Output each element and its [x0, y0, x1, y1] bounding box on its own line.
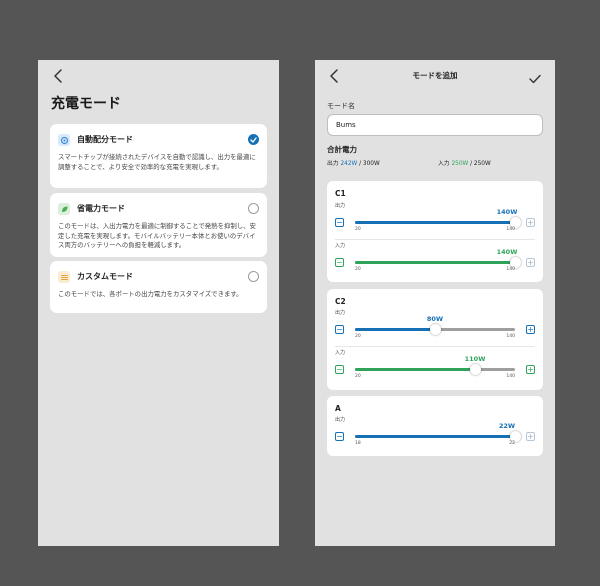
- power-slider[interactable]: 入力 − 110W 20 140 +: [335, 349, 535, 393]
- total-input-label: 入力: [438, 161, 450, 167]
- slider-label: 出力: [335, 203, 346, 209]
- mode-description: スマートチップが接続されたデバイスを自動で認識し、出力を最適に調整することで、よ…: [58, 153, 256, 171]
- port-card-a: A 出力 − 22W 18 22 +: [327, 396, 543, 456]
- increase-button[interactable]: +: [526, 432, 535, 441]
- slider-track[interactable]: [355, 364, 515, 375]
- mode-name-input[interactable]: [327, 114, 543, 136]
- power-slider[interactable]: 入力 − 140W 20 140 +: [335, 242, 535, 286]
- total-power-title: 合計電力: [327, 145, 357, 154]
- port-name: C1: [335, 189, 346, 198]
- slider-value: 22W: [498, 422, 516, 430]
- total-input-max: / 250W: [468, 161, 491, 167]
- total-output-label: 出力: [327, 161, 339, 167]
- slider-label: 出力: [335, 417, 346, 423]
- auto-distribution-icon: [58, 134, 70, 146]
- slider-max: 140: [506, 374, 515, 379]
- mode-card-power-saving[interactable]: 省電力モード このモードは、入出力電力を最適に制御することで発熱を抑制し、安定し…: [50, 193, 267, 257]
- mode-card-auto[interactable]: 自動配分モード スマートチップが接続されたデバイスを自動で認識し、出力を最適に調…: [50, 124, 267, 188]
- slider-value: 80W: [426, 315, 444, 323]
- mode-card-custom[interactable]: カスタムモード このモードでは、各ポートの出力電力をカスタマイズできます。: [50, 261, 267, 313]
- add-mode-screen: モードを追加 モード名 合計電力 出力 242W / 300W 入力 250W …: [315, 60, 555, 546]
- decrease-button[interactable]: −: [335, 258, 344, 267]
- port-name: A: [335, 404, 341, 413]
- increase-button[interactable]: +: [526, 325, 535, 334]
- total-output: 出力 242W / 300W: [327, 158, 380, 167]
- increase-button[interactable]: +: [526, 218, 535, 227]
- slider-value: 140W: [496, 248, 518, 256]
- leaf-icon: [58, 203, 70, 215]
- slider-track[interactable]: [355, 431, 521, 442]
- mode-name: カスタムモード: [77, 272, 133, 281]
- increase-button[interactable]: +: [526, 365, 535, 374]
- slider-min: 20: [355, 227, 361, 232]
- slider-thumb[interactable]: [469, 364, 481, 375]
- slider-track[interactable]: [355, 324, 515, 335]
- decrease-button[interactable]: −: [335, 325, 344, 334]
- slider-fill: [355, 261, 515, 264]
- slider-label: 入力: [335, 243, 346, 249]
- total-input: 入力 250W / 250W: [438, 158, 491, 167]
- slider-max: 140: [506, 334, 515, 339]
- divider: [335, 239, 535, 240]
- screen-title: モードを追加: [412, 71, 458, 80]
- divider: [335, 346, 535, 347]
- checkmark-icon[interactable]: [529, 69, 541, 88]
- port-card-c2: C2 出力 − 80W 20 140 + 入力 − 110W 20 140 +: [327, 289, 543, 390]
- slider-value: 110W: [464, 355, 486, 363]
- slider-track[interactable]: [355, 217, 521, 228]
- slider-fill: [355, 368, 475, 371]
- decrease-button[interactable]: −: [335, 365, 344, 374]
- total-output-max: / 300W: [357, 161, 380, 167]
- slider-label: 出力: [335, 310, 346, 316]
- mode-name-label: モード名: [327, 102, 355, 110]
- slider-min: 20: [355, 334, 361, 339]
- decrease-button[interactable]: −: [335, 432, 344, 441]
- back-chevron-icon[interactable]: [52, 68, 66, 84]
- slider-fill: [355, 328, 435, 331]
- slider-track[interactable]: [355, 257, 521, 268]
- total-output-value: 242W: [340, 161, 358, 167]
- increase-button[interactable]: +: [526, 258, 535, 267]
- mode-radio[interactable]: [248, 203, 259, 214]
- mode-name: 自動配分モード: [77, 135, 133, 144]
- slider-thumb[interactable]: [429, 324, 441, 335]
- slider-min: 18: [355, 441, 361, 446]
- port-card-c1: C1 出力 − 140W 20 140 + 入力 − 140W 20 140 +: [327, 181, 543, 282]
- slider-max: 140: [506, 267, 515, 272]
- slider-min: 20: [355, 374, 361, 379]
- total-input-value: 250W: [451, 161, 469, 167]
- slider-fill: [355, 435, 515, 438]
- mode-radio-selected[interactable]: [248, 134, 259, 145]
- mode-description: このモードでは、各ポートの出力電力をカスタマイズできます。: [58, 290, 243, 298]
- power-slider[interactable]: 出力 − 22W 18 22 +: [335, 416, 535, 460]
- slider-min: 20: [355, 267, 361, 272]
- mode-name: 省電力モード: [77, 204, 125, 213]
- port-name: C2: [335, 297, 346, 306]
- sliders-icon: [58, 271, 70, 283]
- slider-max: 140: [506, 227, 515, 232]
- decrease-button[interactable]: −: [335, 218, 344, 227]
- mode-radio[interactable]: [248, 271, 259, 282]
- slider-label: 入力: [335, 350, 346, 356]
- charging-mode-screen: 充電モード 自動配分モード スマートチップが接続されたデバイスを自動で認識し、出…: [38, 60, 279, 546]
- page-title: 充電モード: [51, 96, 121, 112]
- slider-value: 140W: [496, 208, 518, 216]
- slider-max: 22: [509, 441, 515, 446]
- slider-fill: [355, 221, 515, 224]
- mode-description: このモードは、入出力電力を最適に制御することで発熱を抑制し、安定した充電を実現し…: [58, 222, 256, 250]
